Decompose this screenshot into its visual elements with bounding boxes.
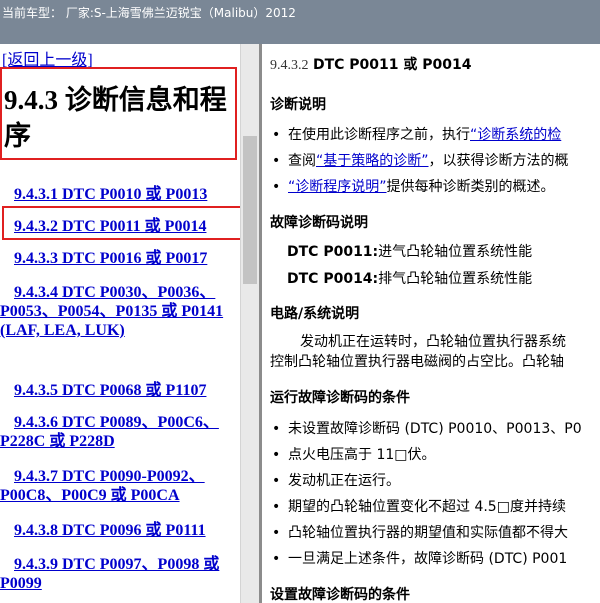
circuit-text-line: 发动机正在运转时，凸轮轴位置执行器系统 (300, 334, 566, 350)
toc-link[interactable]: 9.4.3.9 DTC P0097、P0098 或 P0099 (0, 555, 238, 593)
run-bullet: • 未设置故障诊断码 (DTC) P0010、P0013、P0 (272, 421, 582, 437)
dtc-desc-heading: 故障诊断码说明 (270, 215, 368, 231)
toc-link[interactable]: 9.4.3.5 DTC P0068 或 P1107 (14, 381, 240, 400)
toc-title: 9.4.3 诊断信息和程序 (4, 85, 227, 151)
vehicle-info-text: 当前车型： 厂家:S-上海雪佛兰迈锐宝（Malibu）2012 (2, 6, 296, 20)
diag-bullet-3: • “诊断程序说明”提供每种诊断类别的概述。 (272, 179, 555, 195)
content-title-number: 9.4.3.2 (270, 58, 309, 73)
toc-link[interactable]: 9.4.3.4 DTC P0030、P0036、P0053、P0054、P013… (0, 283, 238, 340)
run-bullet: • 点火电压高于 11□伏。 (272, 447, 436, 463)
run-bullet: • 凸轮轴位置执行器的期望值和实际值都不得大 (272, 525, 568, 541)
toc-link-selected[interactable]: 9.4.3.2 DTC P0011 或 P0014 (14, 217, 240, 236)
set-conditions-heading: 设置故障诊断码的条件 (270, 587, 410, 603)
circuit-heading: 电路/系统说明 (270, 306, 360, 322)
toc-link[interactable]: 9.4.3.6 DTC P0089、P00C6、P228C 或 P228D (0, 413, 238, 451)
strategy-diag-link[interactable]: “基于策略的诊断” (316, 153, 429, 169)
diag-bullet-1: • 在使用此诊断程序之前，执行“诊断系统的检 (272, 127, 562, 143)
run-conditions-heading: 运行故障诊断码的条件 (270, 390, 410, 406)
content-pane: 9.4.3.2 DTC P0011 或 P0014 诊断说明 • 在使用此诊断程序… (262, 44, 600, 603)
content-title-dtc: DTC P0011 或 P0014 (312, 57, 472, 73)
toc-pane: [返回上一级] 9.4.3 诊断信息和程序 9.4.3.1 DTC P0010 … (0, 44, 240, 603)
toc-scrollbar[interactable] (240, 44, 259, 603)
circuit-text-line: 控制凸轮轴位置执行器电磁阀的占空比。凸轮轴 (270, 354, 564, 370)
vehicle-info-bar: 当前车型： 厂家:S-上海雪佛兰迈锐宝（Malibu）2012 (0, 0, 600, 44)
toc-link[interactable]: 9.4.3.7 DTC P0090-P0092、P00C8、P00C9 或 P0… (0, 467, 238, 505)
run-bullet: • 期望的凸轮轴位置变化不超过 4.5□度并持续 (272, 499, 566, 515)
diag-system-check-link[interactable]: “诊断系统的检 (470, 127, 561, 143)
toc-link[interactable]: 9.4.3.3 DTC P0016 或 P0017 (14, 249, 240, 268)
diag-procedure-link[interactable]: “诊断程序说明” (288, 179, 387, 195)
dtc-code-2: DTC P0014:排气凸轮轴位置系统性能 (287, 271, 533, 287)
run-bullet: • 发动机正在运行。 (272, 473, 400, 489)
toc-link[interactable]: 9.4.3.8 DTC P0096 或 P0111 (14, 521, 240, 540)
toc-link[interactable]: 9.4.3.1 DTC P0010 或 P0013 (14, 185, 240, 204)
content-title: 9.4.3.2 DTC P0011 或 P0014 (270, 54, 471, 74)
run-bullet: • 一旦满足上述条件，故障诊断码 (DTC) P001 (272, 551, 568, 567)
dtc-code-1: DTC P0011:进气凸轮轴位置系统性能 (287, 244, 533, 260)
diag-heading: 诊断说明 (270, 97, 326, 113)
diag-bullet-2: • 查阅“基于策略的诊断”，以获得诊断方法的概 (272, 153, 569, 169)
toc-scrollbar-thumb[interactable] (243, 136, 257, 284)
